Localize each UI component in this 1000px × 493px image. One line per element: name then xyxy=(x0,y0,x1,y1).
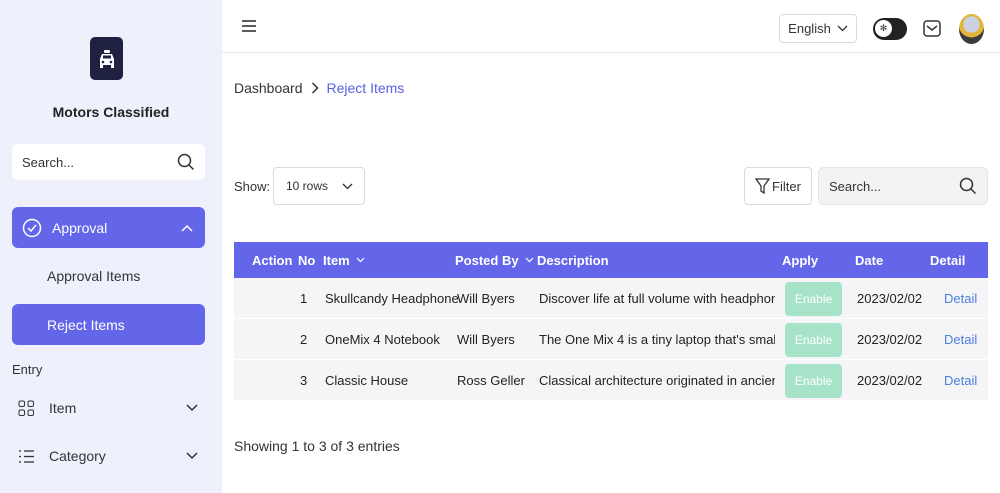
cell-description: The One Mix 4 is a tiny laptop that's sm… xyxy=(539,332,775,347)
cell-item: Skullcandy Headphone xyxy=(325,291,459,306)
cell-date: 2023/02/02 xyxy=(857,291,923,306)
header-posted-by-label: Posted By xyxy=(455,252,519,268)
header-detail-label: Detail xyxy=(930,252,966,268)
header-action-label: Action xyxy=(252,252,293,268)
header-item[interactable]: Item xyxy=(323,242,365,278)
cell-posted-by: Ross Geller xyxy=(457,373,525,388)
chevron-down-icon xyxy=(186,404,198,412)
table-row: 1 Skullcandy Headphone Will Byers Discov… xyxy=(234,278,988,319)
user-avatar[interactable] xyxy=(959,14,984,44)
header-no: No xyxy=(298,242,315,278)
enable-button[interactable]: Enable xyxy=(785,322,842,357)
cell-item: Classic House xyxy=(325,373,409,388)
chevron-down-icon xyxy=(356,257,365,263)
sidebar-item-category[interactable]: Category xyxy=(18,444,198,468)
mail-icon[interactable] xyxy=(923,20,941,37)
cell-date: 2023/02/02 xyxy=(857,332,923,347)
theme-toggle[interactable]: ✻ xyxy=(873,18,907,40)
sidebar-search-input[interactable] xyxy=(22,154,162,170)
cell-posted-by: Will Byers xyxy=(457,332,515,347)
table-row: 2 OneMix 4 Notebook Will Byers The One M… xyxy=(234,319,988,360)
chevron-down-icon xyxy=(525,257,534,263)
header-detail: Detail xyxy=(930,242,965,278)
header-action: Action xyxy=(252,242,292,278)
language-select[interactable]: English xyxy=(779,14,857,43)
chevron-down-icon xyxy=(342,183,353,189)
chevron-up-icon xyxy=(181,224,193,232)
header-date: Date xyxy=(855,242,883,278)
list-icon xyxy=(19,449,34,463)
reject-items-table: Action No Item Posted By Description App… xyxy=(234,242,988,401)
header-item-label: Item xyxy=(323,252,350,268)
cell-posted-by: Will Byers xyxy=(457,291,515,306)
cell-description: Discover life at full volume with headph… xyxy=(539,291,775,306)
pagination-info: Showing 1 to 3 of 3 entries xyxy=(234,438,400,454)
funnel-icon xyxy=(755,178,771,194)
breadcrumb-dashboard[interactable]: Dashboard xyxy=(234,80,303,96)
cell-description: Classical architecture originated in anc… xyxy=(539,373,775,388)
show-label: Show: xyxy=(234,179,271,194)
rows-per-page-value: 10 rows xyxy=(286,179,329,193)
rows-per-page-select[interactable]: 10 rows xyxy=(273,167,365,205)
header-description-label: Description xyxy=(537,252,609,268)
sidebar-item-reject-items[interactable]: Reject Items xyxy=(12,304,205,345)
header-no-label: No xyxy=(298,252,316,268)
header-apply-label: Apply xyxy=(782,252,819,268)
brand-name: Motors Classified xyxy=(52,104,170,120)
header-description: Description xyxy=(537,242,609,278)
enable-button[interactable]: Enable xyxy=(785,281,842,316)
table-search-input[interactable] xyxy=(829,178,939,194)
enable-button[interactable]: Enable xyxy=(785,363,842,398)
language-value: English xyxy=(788,21,831,36)
search-icon[interactable] xyxy=(177,153,195,171)
sidebar-item-category-label: Category xyxy=(49,448,106,464)
cell-date: 2023/02/02 xyxy=(857,373,923,388)
topbar: English ✻ xyxy=(222,0,1000,53)
sidebar-item-approval-items[interactable]: Approval Items xyxy=(47,268,140,284)
sun-icon: ✻ xyxy=(875,20,892,37)
filter-label: Filter xyxy=(772,178,801,194)
sidebar-item-approval[interactable]: Approval xyxy=(12,207,205,248)
detail-link[interactable]: Detail xyxy=(944,319,977,360)
table-search[interactable] xyxy=(818,167,988,205)
cell-no: 3 xyxy=(300,373,308,388)
breadcrumb: Dashboard Reject Items xyxy=(234,80,404,96)
sidebar-item-item[interactable]: Item xyxy=(18,396,198,420)
breadcrumb-current: Reject Items xyxy=(326,80,405,96)
sidebar-section-label: Entry xyxy=(12,362,43,377)
filter-button[interactable]: Filter xyxy=(744,167,812,205)
cell-no: 1 xyxy=(300,291,308,306)
sidebar-item-approval-label: Approval xyxy=(52,219,108,236)
car-logo-icon[interactable] xyxy=(90,37,123,80)
grid-icon xyxy=(18,400,34,416)
header-posted-by[interactable]: Posted By xyxy=(455,242,534,278)
detail-link[interactable]: Detail xyxy=(944,360,977,401)
cell-item: OneMix 4 Notebook xyxy=(325,332,440,347)
header-date-label: Date xyxy=(855,252,884,268)
hamburger-menu-icon[interactable] xyxy=(242,20,256,32)
sidebar: Motors Classified Approval Approval Item… xyxy=(0,0,222,493)
table-row: 3 Classic House Ross Geller Classical ar… xyxy=(234,360,988,401)
header-apply: Apply xyxy=(782,242,818,278)
chevron-down-icon xyxy=(837,25,848,32)
table-header: Action No Item Posted By Description App… xyxy=(234,242,988,278)
cell-no: 2 xyxy=(300,332,308,347)
sidebar-item-item-label: Item xyxy=(49,400,77,416)
search-icon[interactable] xyxy=(959,177,977,195)
detail-link[interactable]: Detail xyxy=(944,278,977,319)
chevron-down-icon xyxy=(186,452,198,460)
chevron-right-icon xyxy=(311,82,319,94)
sidebar-search[interactable] xyxy=(12,144,205,180)
check-circle-icon xyxy=(22,218,42,237)
